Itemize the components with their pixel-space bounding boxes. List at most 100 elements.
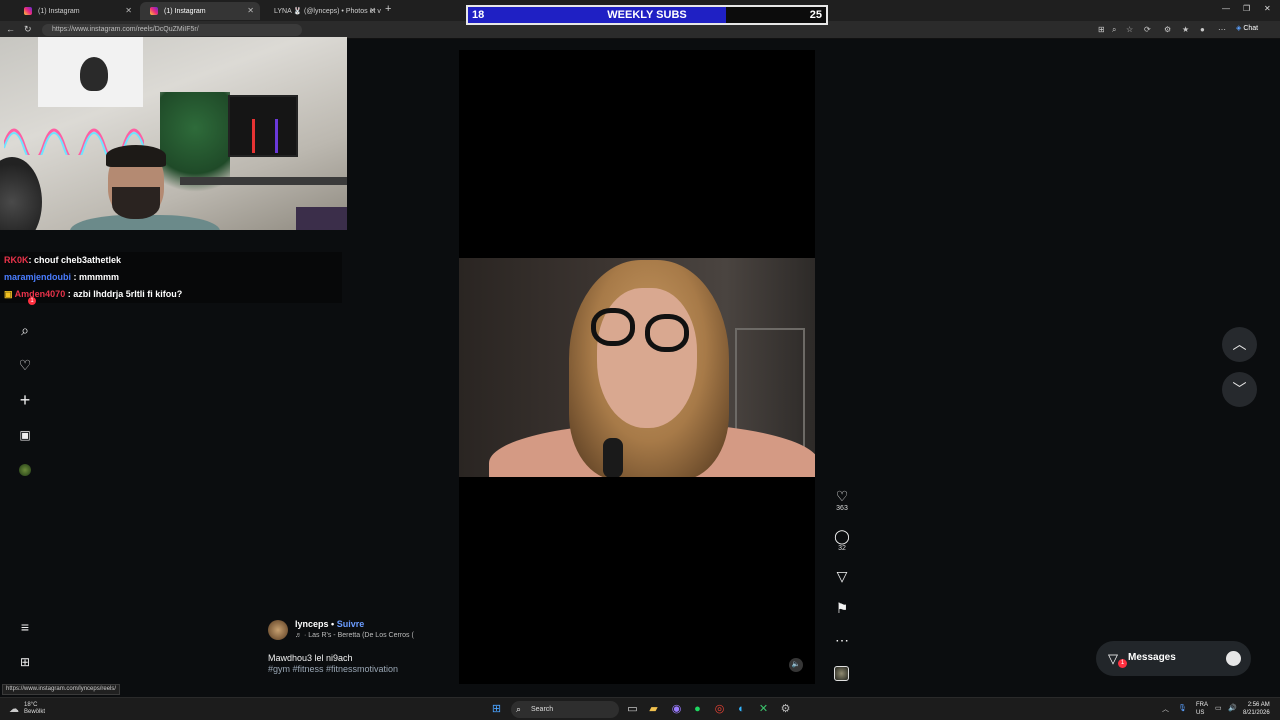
task-view-icon[interactable]: ▭: [626, 703, 639, 716]
favorite-icon[interactable]: ☆: [1126, 25, 1133, 34]
menu-icon[interactable]: ≡: [17, 619, 33, 635]
instagram-icon: [150, 7, 158, 15]
weather-widget[interactable]: 18°C Bewölkt: [24, 702, 45, 716]
audio-title: · Las R's - Beretta (De Los Cerros (: [303, 632, 414, 639]
author-username[interactable]: lynceps: [295, 619, 329, 629]
temperature: 18°C: [24, 702, 38, 708]
microphone-icon[interactable]: 🎙: [1178, 704, 1187, 712]
xbox-icon[interactable]: ✕: [757, 703, 770, 716]
share-icon[interactable]: ▽: [832, 568, 852, 584]
author-line: lynceps • Suivre: [295, 619, 364, 629]
chrome-icon[interactable]: ◎: [713, 703, 726, 716]
tv-glow: [252, 119, 278, 153]
reel-video-frame[interactable]: [459, 258, 815, 477]
copilot-icon: ◈: [1236, 25, 1242, 32]
instagram-icon: [24, 7, 32, 15]
cloud-icon: ☁: [9, 704, 19, 715]
chat-message: maramjendoubi : mmmmm: [0, 269, 342, 286]
settings-icon[interactable]: ⚙: [779, 703, 792, 716]
like-action[interactable]: ♡ 363: [832, 488, 852, 512]
url-field[interactable]: https://www.instagram.com/reels/DcQuZMiI…: [42, 24, 302, 36]
restore-icon[interactable]: ❐: [1243, 4, 1250, 13]
notification-badge: 1: [28, 297, 36, 305]
glasses-right-lens: [645, 314, 689, 352]
bookmark-icon[interactable]: ⚑: [832, 600, 852, 616]
chat-text: : mmmmm: [71, 272, 120, 282]
reload-icon[interactable]: ↻: [24, 24, 32, 35]
search-icon[interactable]: ⌕: [17, 322, 33, 338]
reel-hashtags[interactable]: #gym #fitness #fitnessmotivation: [268, 664, 398, 674]
edge-icon[interactable]: ◐: [735, 703, 748, 716]
volume-icon[interactable]: 🔊: [1228, 704, 1237, 712]
desk: [180, 177, 347, 185]
chat-text: : azbi lhddrja 5rItli fi kifou?: [65, 289, 183, 299]
tab-lynceps-profile[interactable]: LYNA 🐰 (@lynceps) • Photos et v ✕: [262, 2, 382, 20]
tab-label: LYNA 🐰 (@lynceps) • Photos et v: [274, 8, 381, 15]
zoom-icon[interactable]: ⌕: [1112, 25, 1116, 35]
share-action[interactable]: ▽: [832, 568, 852, 584]
close-icon[interactable]: ✕: [125, 6, 132, 15]
new-tab-icon[interactable]: +: [385, 3, 391, 15]
minimize-icon[interactable]: —: [1222, 4, 1230, 13]
close-icon[interactable]: ✕: [369, 6, 376, 15]
network-icon[interactable]: ▭: [1215, 704, 1222, 712]
tab-instagram-1[interactable]: (1) Instagram ✕: [14, 2, 138, 20]
system-clock[interactable]: 2:56 AM 8/21/2026: [1243, 701, 1270, 717]
streamer-hair: [106, 145, 166, 167]
author-avatar[interactable]: [268, 620, 288, 640]
profile-icon[interactable]: ●: [1200, 25, 1205, 34]
more-icon[interactable]: ⋯: [1218, 25, 1226, 34]
extensions-icon[interactable]: ⊞: [1098, 25, 1105, 34]
fan: [0, 157, 42, 230]
heart-icon[interactable]: ♡: [832, 488, 852, 504]
subs-current: 18: [472, 9, 485, 21]
audio-thumbnail[interactable]: [834, 666, 849, 681]
plant: [160, 92, 230, 212]
settings-icon[interactable]: ⚙: [1164, 25, 1171, 34]
close-icon[interactable]: ✕: [247, 6, 254, 15]
comment-count: 32: [838, 545, 846, 552]
refresh-icon[interactable]: ⟳: [1144, 25, 1151, 34]
comment-action[interactable]: ◯ 32: [832, 528, 852, 552]
messages-button[interactable]: ▽ 1 Messages: [1096, 641, 1251, 676]
chat-button[interactable]: ◈ Chat: [1236, 24, 1258, 32]
tray-chevron-icon[interactable]: ︿: [1162, 704, 1169, 714]
create-icon[interactable]: +: [17, 391, 33, 409]
microphone: [603, 438, 623, 477]
like-count: 363: [836, 505, 848, 512]
windows-taskbar: ☁ 18°C Bewölkt ⊞ Search ⌕ ▭ ▰ ◉ ● ◎ ◐ ✕ …: [0, 697, 1280, 720]
file-explorer-icon[interactable]: ▰: [647, 703, 660, 716]
close-window-icon[interactable]: ✕: [1264, 4, 1271, 13]
discord-icon[interactable]: ◉: [670, 703, 683, 716]
save-action[interactable]: ⚑: [832, 600, 852, 616]
weekly-subs-goal-bar: WEEKLY SUBS 18 25: [466, 5, 828, 25]
streamer-beard: [112, 187, 160, 219]
chat-username: RK0K: [4, 255, 29, 265]
more-icon[interactable]: ⋯: [832, 632, 852, 648]
profile-avatar[interactable]: [19, 464, 31, 476]
next-reel-button[interactable]: ﹀: [1222, 372, 1257, 407]
back-icon[interactable]: ←: [6, 24, 15, 34]
tab-instagram-2[interactable]: (1) Instagram ✕: [140, 2, 260, 20]
collections-icon[interactable]: ★: [1182, 25, 1189, 34]
more-action[interactable]: ⋯: [832, 632, 852, 648]
mute-icon[interactable]: 🔈: [789, 658, 803, 672]
audio-track[interactable]: ♬ · Las R's - Beretta (De Los Cerros (: [295, 632, 414, 639]
follow-button[interactable]: Suivre: [337, 619, 365, 629]
chevron-up-icon: ︿: [1232, 336, 1247, 352]
apps-icon[interactable]: ⊞: [17, 654, 33, 670]
dashboard-icon[interactable]: ▣: [17, 427, 33, 443]
spotify-icon[interactable]: ●: [691, 703, 704, 716]
comment-icon[interactable]: ◯: [832, 528, 852, 544]
start-icon[interactable]: ⊞: [490, 703, 503, 716]
heart-icon[interactable]: ♡: [17, 357, 33, 373]
input-language[interactable]: FRA US: [1196, 701, 1208, 717]
taskbar-search[interactable]: Search: [511, 701, 619, 718]
weather-condition: Bewölkt: [24, 709, 46, 715]
chair: [296, 207, 347, 230]
separator: •: [328, 619, 337, 629]
previous-reel-button[interactable]: ︿: [1222, 327, 1257, 362]
tab-label: (1) Instagram: [38, 7, 80, 15]
clock-date: 8/21/2026: [1243, 710, 1270, 716]
music-note-icon: ♬: [295, 632, 304, 639]
